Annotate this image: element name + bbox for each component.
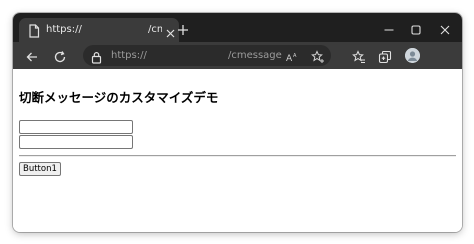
text-input-2[interactable]	[19, 135, 133, 149]
browser-tab[interactable]: https:// /cm	[19, 18, 179, 42]
svg-text:A: A	[286, 54, 293, 64]
text-input-1[interactable]	[19, 120, 133, 134]
svg-text:A: A	[293, 53, 297, 59]
favorites-icon[interactable]	[352, 49, 366, 63]
read-aloud-icon[interactable]: A A	[285, 49, 299, 64]
add-favorite-icon[interactable]	[311, 49, 325, 63]
button1[interactable]: Button1	[19, 162, 61, 176]
avatar[interactable]	[405, 48, 420, 63]
tab-title-end: /cm	[148, 24, 162, 35]
collections-icon[interactable]	[378, 49, 392, 64]
browser-window: https:// /cm https:// /cmessage A A 切断メッ…	[13, 13, 462, 232]
address-bar[interactable]: https:// /cmessage A A	[83, 45, 331, 66]
tab-title: https://	[46, 24, 82, 35]
lock-icon[interactable]	[91, 49, 102, 64]
page-content: 切断メッセージのカスタマイズデモ Button1	[13, 69, 462, 232]
tab-strip: https:// /cm	[13, 13, 462, 42]
page-title: 切断メッセージのカスタマイズデモ	[19, 90, 219, 105]
horizontal-rule	[19, 155, 456, 157]
page-icon	[28, 23, 40, 38]
url-text-end: /cmessage	[228, 50, 282, 61]
close-icon[interactable]	[165, 24, 176, 38]
refresh-icon[interactable]	[53, 49, 67, 63]
browser-toolbar: https:// /cmessage A A	[13, 42, 462, 69]
plus-icon[interactable]	[177, 21, 189, 35]
minimize-icon[interactable]	[383, 21, 395, 33]
close-window-icon[interactable]	[439, 21, 451, 35]
back-arrow-icon[interactable]	[25, 49, 39, 63]
url-text: https://	[111, 50, 147, 61]
maximize-icon[interactable]	[410, 21, 422, 35]
